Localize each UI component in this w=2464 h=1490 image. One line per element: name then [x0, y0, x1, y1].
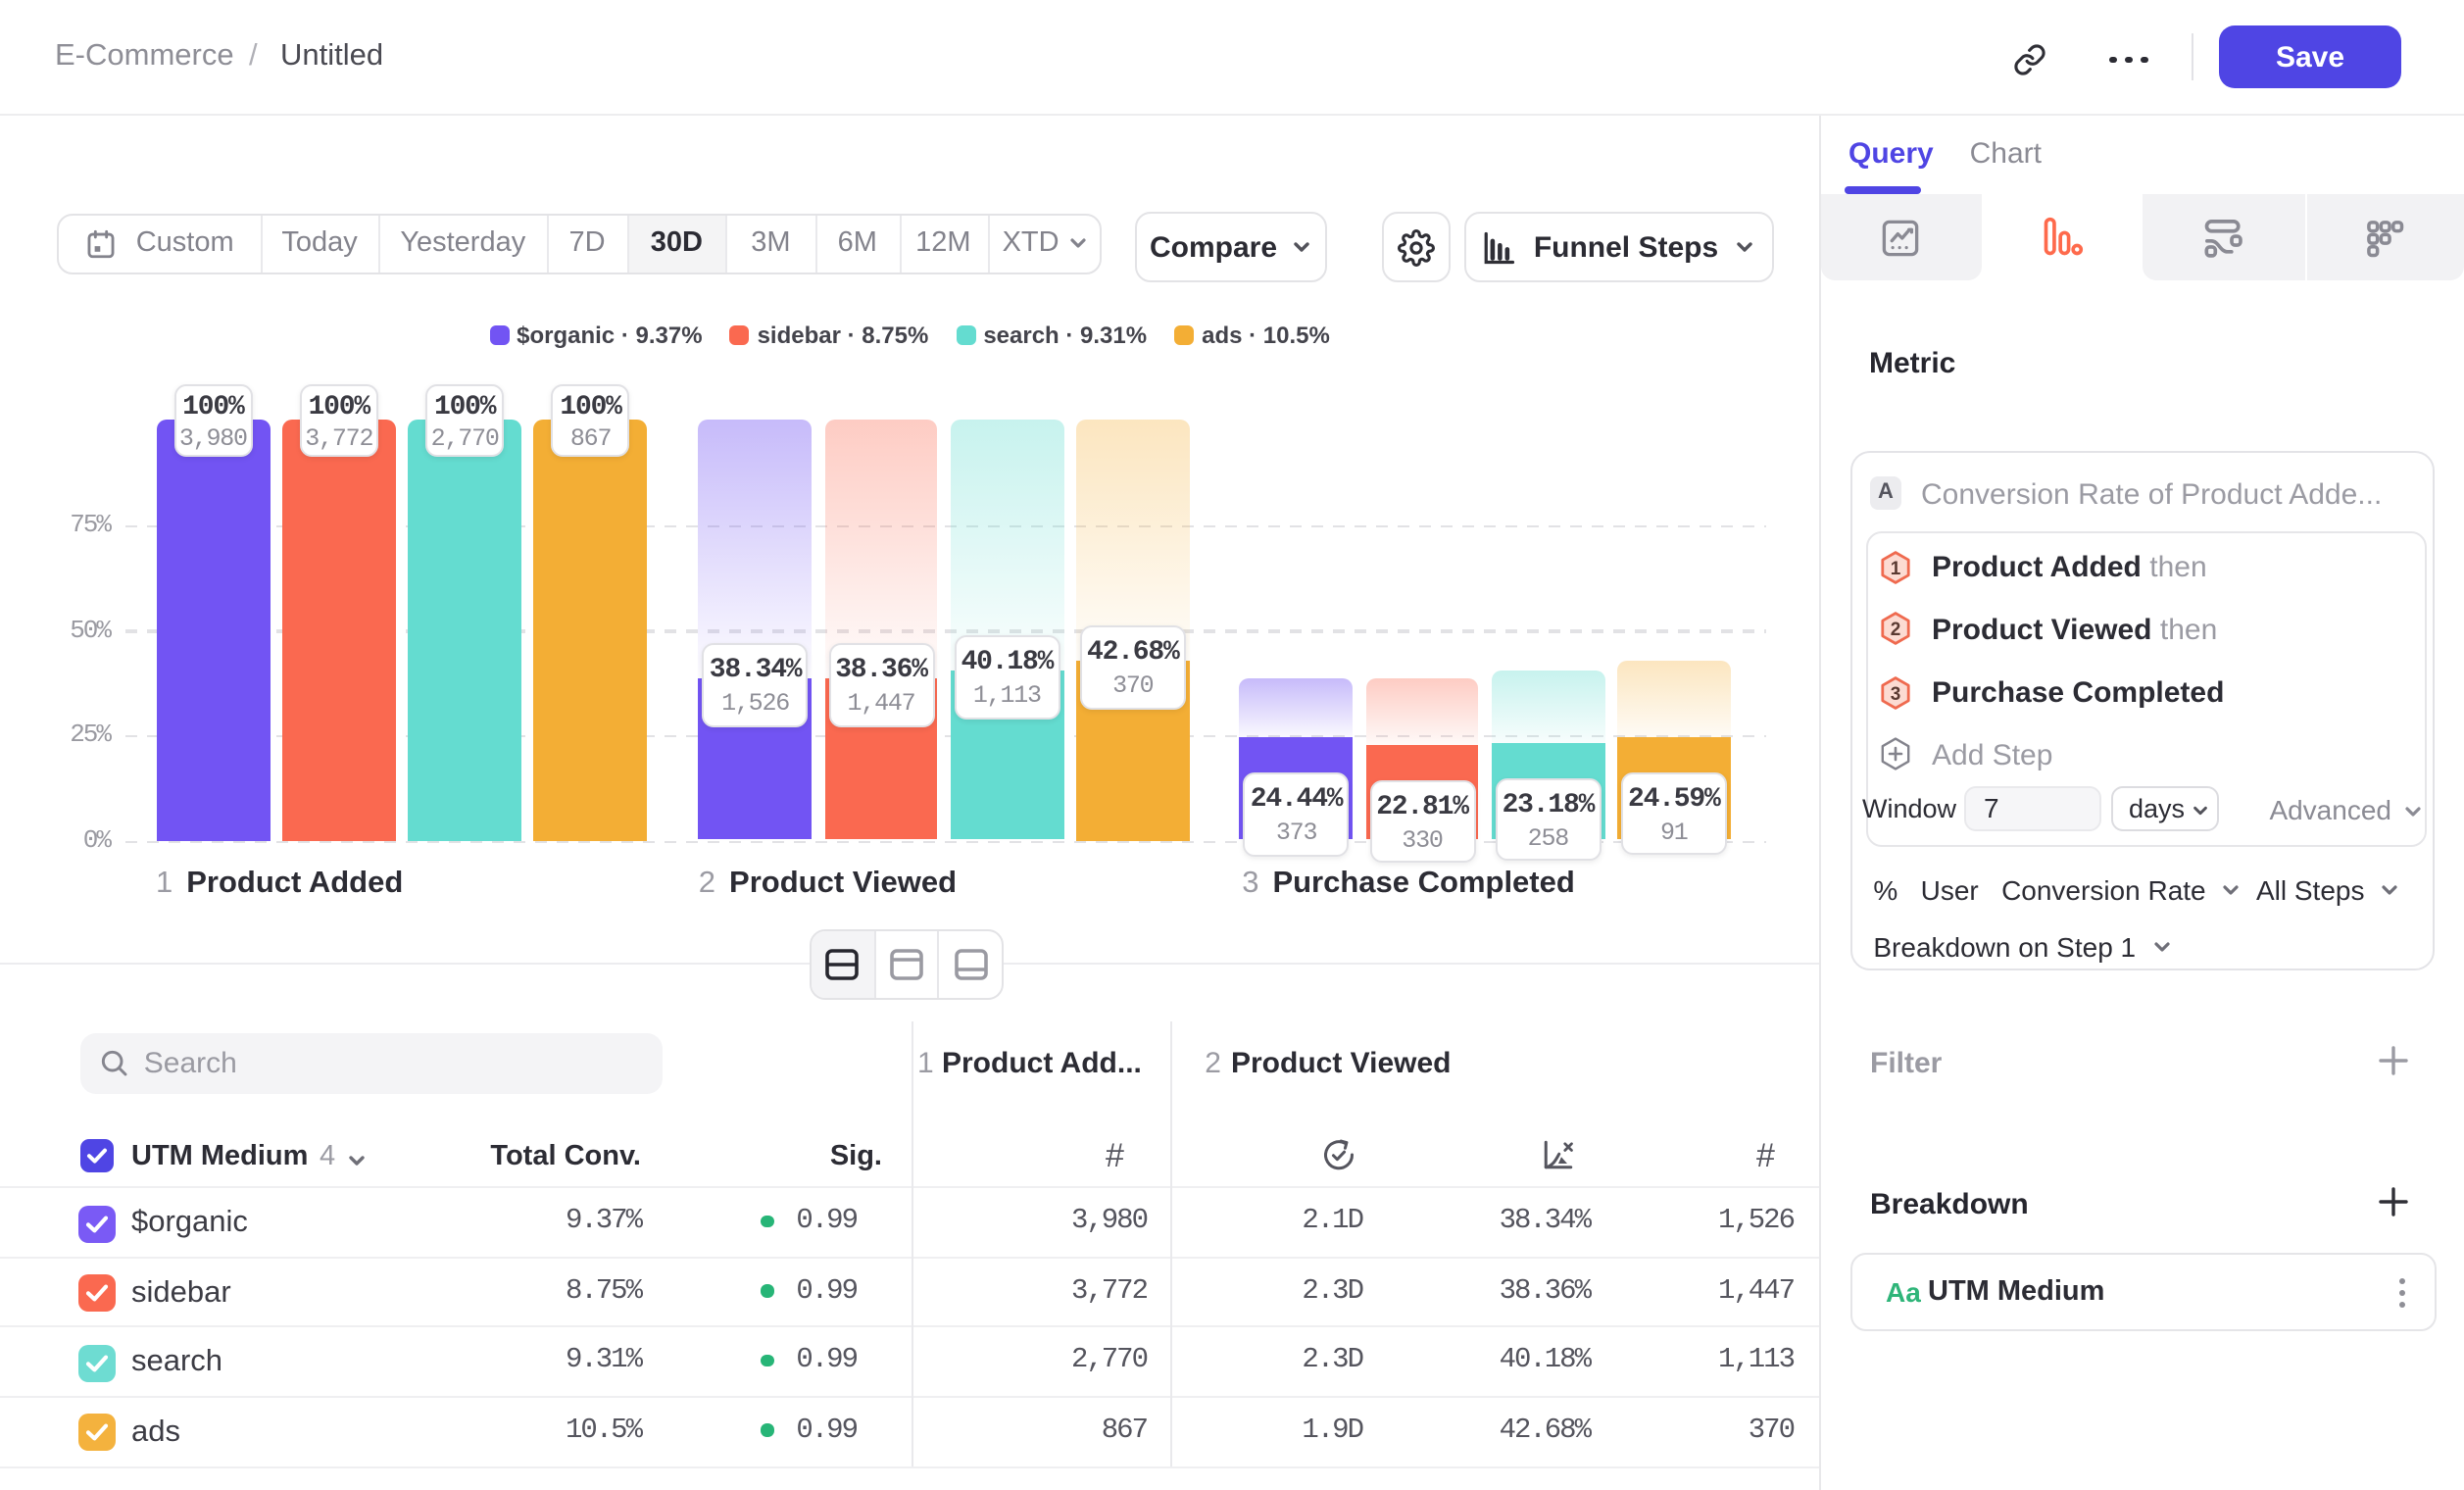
svg-text:2: 2 — [1890, 620, 1900, 640]
svg-text:1: 1 — [1890, 558, 1900, 578]
svg-text:3: 3 — [1890, 683, 1900, 704]
